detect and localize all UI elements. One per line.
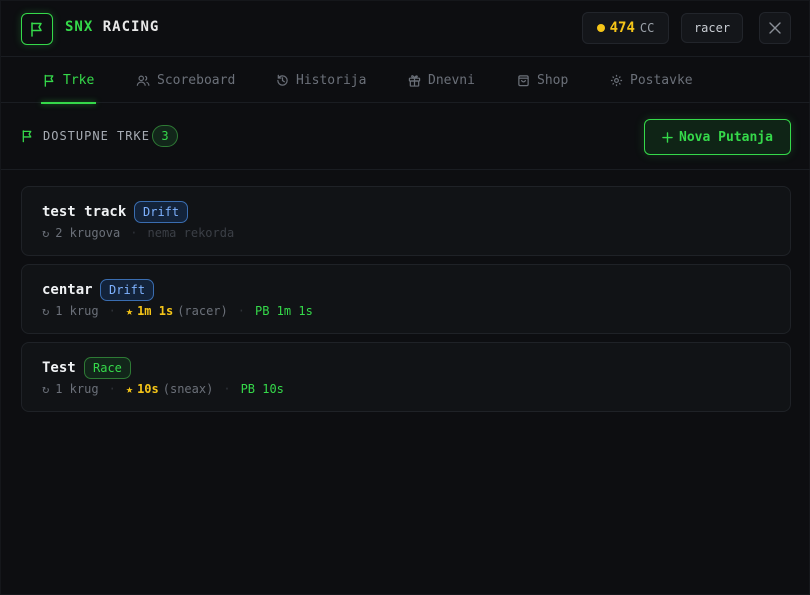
separator: · bbox=[108, 304, 116, 318]
laps-icon: ↻ bbox=[42, 382, 50, 396]
username-pill[interactable]: racer bbox=[681, 13, 743, 43]
separator: · bbox=[108, 382, 116, 396]
new-track-button[interactable]: Nova Putanja bbox=[644, 119, 791, 155]
coin-icon bbox=[596, 24, 605, 32]
track-meta: ↻ 2 krugova · nema rekorda bbox=[42, 226, 234, 240]
tab-shop[interactable]: Shop bbox=[515, 58, 570, 103]
brand-rest: RACING bbox=[102, 19, 160, 35]
mode-badge: Drift bbox=[100, 279, 155, 301]
tab-scoreboard[interactable]: Scoreboard bbox=[134, 58, 237, 103]
tab-label: Scoreboard bbox=[157, 73, 236, 88]
record-time: 10s bbox=[137, 382, 159, 396]
laps-icon: ↻ bbox=[42, 304, 50, 318]
balance-unit: CC bbox=[639, 21, 655, 35]
track-name: Test bbox=[42, 360, 76, 376]
history-icon bbox=[277, 74, 288, 86]
track-meta: ↻ 1 krug · ★ 10s (sneax) · PB 10s bbox=[42, 382, 284, 396]
track-list: test track Drift ↻ 2 krugova · nema reko… bbox=[21, 186, 791, 420]
section-title: DOSTUPNE TRKE bbox=[43, 129, 150, 143]
new-track-label: Nova Putanja bbox=[679, 129, 773, 145]
tab-postavke[interactable]: Postavke bbox=[608, 58, 695, 103]
tab-dnevni[interactable]: Dnevni bbox=[406, 58, 477, 103]
balance-value: 474 bbox=[609, 20, 635, 36]
tab-bar: Trke Scoreboard Historija Dnevni Shop Po… bbox=[1, 58, 810, 104]
laps-count: 1 krug bbox=[55, 304, 99, 318]
mode-badge: Drift bbox=[134, 201, 189, 223]
tab-label: Dnevni bbox=[428, 73, 475, 88]
track-card[interactable]: test track Drift ↻ 2 krugova · nema reko… bbox=[21, 186, 791, 256]
personal-best: PB 10s bbox=[240, 382, 284, 396]
personal-best: PB 1m 1s bbox=[255, 304, 313, 318]
laps-count: 2 krugova bbox=[55, 226, 121, 240]
tab-label: Trke bbox=[63, 73, 95, 88]
flag-icon bbox=[44, 74, 54, 87]
tab-historija[interactable]: Historija bbox=[274, 58, 368, 103]
close-button[interactable] bbox=[759, 12, 791, 44]
shopping-bag-icon bbox=[518, 75, 529, 87]
track-count-badge: 3 bbox=[152, 125, 178, 147]
record-holder: (sneax) bbox=[162, 382, 214, 396]
brand-accent: SNX bbox=[65, 19, 94, 35]
star-icon: ★ bbox=[125, 304, 134, 318]
separator: · bbox=[130, 226, 138, 240]
track-card[interactable]: Test Race ↻ 1 krug · ★ 10s (sneax) · PB … bbox=[21, 342, 791, 412]
no-record-text: nema rekorda bbox=[147, 226, 235, 240]
record-time: 1m 1s bbox=[137, 304, 174, 318]
laps-icon: ↻ bbox=[42, 226, 50, 240]
track-name: centar bbox=[42, 282, 93, 298]
section-header: DOSTUPNE TRKE 3 Nova Putanja bbox=[1, 103, 810, 170]
users-icon bbox=[136, 75, 150, 86]
track-card[interactable]: centar Drift ↻ 1 krug · ★ 1m 1s (racer) … bbox=[21, 264, 791, 334]
close-icon bbox=[769, 22, 781, 34]
tab-label: Postavke bbox=[630, 73, 693, 88]
star-icon: ★ bbox=[125, 382, 134, 396]
mode-badge: Race bbox=[84, 357, 131, 379]
tab-label: Shop bbox=[537, 73, 569, 88]
record-holder: (racer) bbox=[177, 304, 228, 318]
logo-flag-icon bbox=[21, 13, 53, 45]
plus-icon bbox=[662, 131, 673, 143]
separator: · bbox=[223, 382, 231, 396]
brand-title: SNX RACING bbox=[65, 19, 159, 35]
flag-icon bbox=[22, 130, 32, 143]
racing-app-window: SNX RACING 474 CC racer Trke Scoreboard … bbox=[0, 0, 810, 595]
currency-balance: 474 CC bbox=[582, 12, 669, 44]
separator: · bbox=[237, 304, 245, 318]
track-meta: ↻ 1 krug · ★ 1m 1s (racer) · PB 1m 1s bbox=[42, 304, 313, 318]
gear-icon bbox=[610, 74, 623, 87]
tab-label: Historija bbox=[296, 73, 367, 88]
laps-count: 1 krug bbox=[55, 382, 99, 396]
track-name: test track bbox=[42, 204, 127, 220]
header: SNX RACING 474 CC racer bbox=[1, 1, 810, 57]
gift-icon bbox=[408, 75, 421, 87]
tab-trke[interactable]: Trke bbox=[41, 58, 97, 104]
